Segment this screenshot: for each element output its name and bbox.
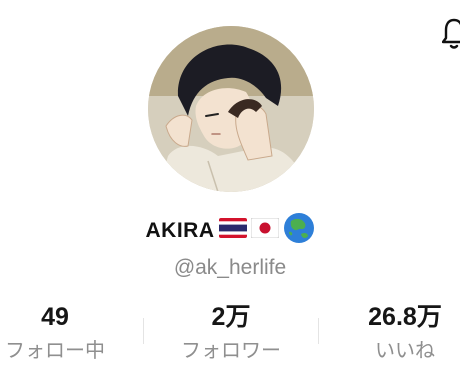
stat-divider xyxy=(143,318,144,344)
japan-flag-icon xyxy=(250,217,279,243)
likes-label: いいね xyxy=(375,340,435,362)
stat-divider xyxy=(318,318,319,344)
profile-stats: 49 フォロー中 2万 フォロワー 26.8万 いいね xyxy=(0,300,460,380)
username-handle: @ak_herlife xyxy=(173,256,287,279)
profile-avatar[interactable] xyxy=(148,26,314,192)
stat-likes[interactable]: 26.8万 いいね xyxy=(330,300,460,365)
following-count: 49 xyxy=(41,303,69,331)
notification-bell-icon[interactable] xyxy=(441,16,460,50)
followers-count: 2万 xyxy=(211,303,251,331)
stat-followers[interactable]: 2万 フォロワー xyxy=(156,300,306,365)
display-name: AKIRA xyxy=(145,218,215,242)
stat-following[interactable]: 49 フォロー中 xyxy=(0,300,130,365)
display-name-row: AKIRA xyxy=(0,212,460,249)
following-label: フォロー中 xyxy=(5,340,105,362)
thailand-flag-icon xyxy=(218,218,247,243)
globe-asia-icon xyxy=(283,212,315,249)
followers-label: フォロワー xyxy=(181,340,281,362)
likes-count: 26.8万 xyxy=(368,303,442,331)
